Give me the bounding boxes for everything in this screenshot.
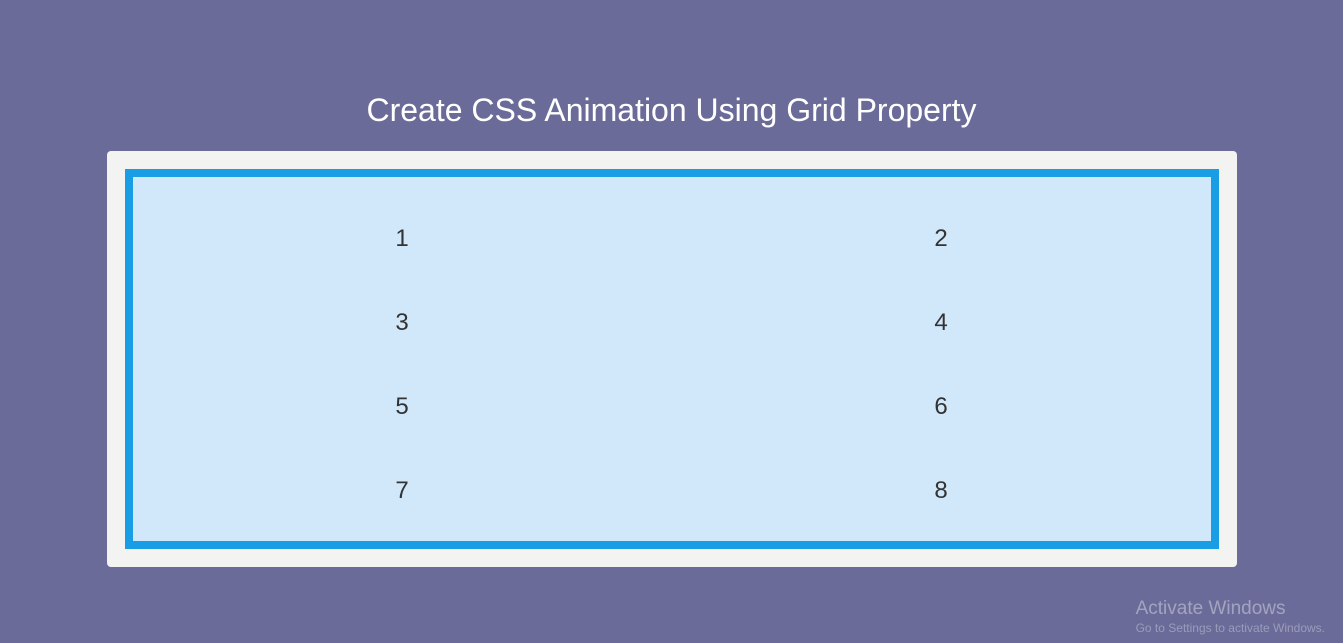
grid-cell-7: 7 (133, 449, 672, 533)
watermark-title: Activate Windows (1136, 598, 1325, 620)
grid-cell-1: 1 (133, 197, 672, 281)
grid-cell-4: 4 (672, 281, 1211, 365)
page-title: Create CSS Animation Using Grid Property (0, 0, 1343, 151)
grid-cell-3: 3 (133, 281, 672, 365)
watermark-subtitle: Go to Settings to activate Windows. (1136, 621, 1325, 635)
grid-container: 1 2 3 4 5 6 7 8 (125, 169, 1219, 549)
windows-activation-watermark: Activate Windows Go to Settings to activ… (1136, 598, 1325, 635)
demo-outer-container: 1 2 3 4 5 6 7 8 (107, 151, 1237, 567)
grid-cell-2: 2 (672, 197, 1211, 281)
grid-cell-8: 8 (672, 449, 1211, 533)
grid-cell-5: 5 (133, 365, 672, 449)
grid-cell-6: 6 (672, 365, 1211, 449)
